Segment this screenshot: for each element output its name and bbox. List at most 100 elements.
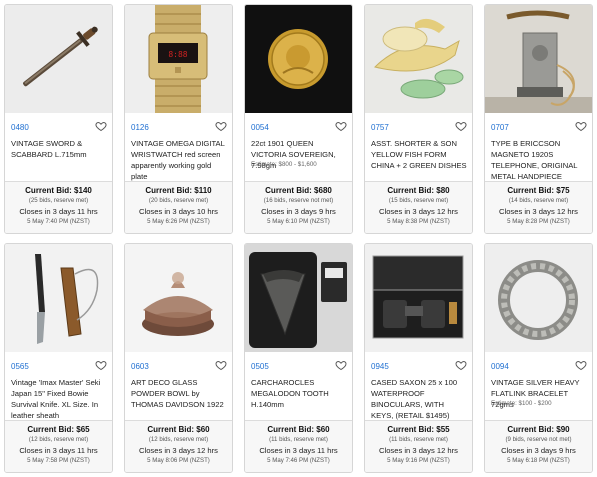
current-bid: Current Bid: $75 — [507, 186, 570, 195]
closes-in: Closes in 3 days 12 hrs — [499, 207, 578, 216]
lot-estimate: Estimate: $100 - $200 — [491, 400, 552, 407]
lot-number-link[interactable]: 0505 — [251, 362, 269, 371]
close-date: 5 May 9:16 PM (NZST) — [387, 457, 450, 464]
lot-title[interactable]: Vintage 'Imax Master' Seki Japan 15" Fix… — [11, 377, 108, 421]
closes-in: Closes in 3 days 11 hrs — [259, 446, 338, 455]
current-bid: Current Bid: $60 — [267, 425, 330, 434]
current-bid: Current Bid: $140 — [25, 186, 92, 195]
heart-outline-icon[interactable] — [575, 359, 587, 371]
binoculars-case-image[interactable] — [365, 244, 472, 352]
wristwatch-image[interactable]: 8:88 — [125, 5, 232, 113]
bid-panel: Current Bid: $140 (25 bids, reserve met)… — [5, 181, 112, 233]
bid-panel: Current Bid: $60 (12 bids, reserve met) … — [125, 420, 232, 472]
current-bid: Current Bid: $80 — [387, 186, 450, 195]
closes-in: Closes in 3 days 11 hrs — [19, 207, 98, 216]
bid-count: (20 bids, reserve met) — [148, 197, 209, 204]
close-date: 5 May 6:10 PM (NZST) — [267, 218, 330, 225]
heart-outline-icon[interactable] — [335, 359, 347, 371]
bid-count: (25 bids, reserve met) — [28, 197, 89, 204]
lot-card[interactable]: 0757 ASST. SHORTER & SON YELLOW FISH FOR… — [364, 4, 473, 234]
closes-in: Closes in 3 days 11 hrs — [19, 446, 98, 455]
megalodon-tooth-image[interactable] — [245, 244, 352, 352]
telephone-image[interactable] — [485, 5, 592, 113]
bid-count: (9 bids, reserve not met) — [505, 436, 572, 443]
heart-outline-icon[interactable] — [215, 120, 227, 132]
lot-card[interactable]: 0054 22ct 1901 QUEEN VICTORIA SOVEREIGN,… — [244, 4, 353, 234]
closes-in: Closes in 3 days 12 hrs — [379, 207, 458, 216]
heart-outline-icon[interactable] — [455, 359, 467, 371]
close-date: 5 May 7:58 PM (NZST) — [27, 457, 90, 464]
lot-grid: 0480 VINTAGE SWORD & SCABBARD L.715mm Cu… — [0, 0, 597, 477]
lot-title[interactable]: ASST. SHORTER & SON YELLOW FISH FORM CHI… — [371, 138, 468, 171]
lot-estimate: Estimate: $800 - $1,600 — [251, 161, 317, 168]
current-bid: Current Bid: $680 — [265, 186, 332, 195]
bid-panel: Current Bid: $75 (14 bids, reserve met) … — [485, 181, 592, 233]
bid-panel: Current Bid: $60 (11 bids, reserve met) … — [245, 420, 352, 472]
lot-title[interactable]: TYPE B ERICCSON MAGNETO 1920S TELEPHONE,… — [491, 138, 588, 182]
bid-count: (11 bids, reserve met) — [389, 436, 448, 443]
knife-image[interactable] — [5, 244, 112, 352]
lot-card[interactable]: 0603 ART DECO GLASS POWDER BOWL by THOMA… — [124, 243, 233, 473]
bid-panel: Current Bid: $680 (16 bids, reserve not … — [245, 181, 352, 233]
heart-outline-icon[interactable] — [335, 120, 347, 132]
bid-count: (12 bids, reserve met) — [28, 436, 89, 443]
lot-card[interactable]: 0480 VINTAGE SWORD & SCABBARD L.715mm Cu… — [4, 4, 113, 234]
lot-number-link[interactable]: 0480 — [11, 123, 29, 132]
lot-number-link[interactable]: 0094 — [491, 362, 509, 371]
lot-title[interactable]: CASED SAXON 25 x 100 WATERPROOF BINOCULA… — [371, 377, 468, 421]
close-date: 5 May 8:28 PM (NZST) — [507, 218, 570, 225]
bid-panel: Current Bid: $80 (15 bids, reserve met) … — [365, 181, 472, 233]
current-bid: Current Bid: $60 — [147, 425, 210, 434]
lot-number-link[interactable]: 0603 — [131, 362, 149, 371]
lot-card[interactable]: 0707 TYPE B ERICCSON MAGNETO 1920S TELEP… — [484, 4, 593, 234]
close-date: 5 May 6:26 PM (NZST) — [147, 218, 210, 225]
bid-panel: Current Bid: $65 (12 bids, reserve met) … — [5, 420, 112, 472]
bid-count: (12 bids, reserve met) — [148, 436, 209, 443]
gold-coin-image[interactable] — [245, 5, 352, 113]
lot-number-link[interactable]: 0707 — [491, 123, 509, 132]
closes-in: Closes in 3 days 9 hrs — [501, 446, 576, 455]
lot-number-link[interactable]: 0126 — [131, 123, 149, 132]
current-bid: Current Bid: $65 — [27, 425, 90, 434]
heart-outline-icon[interactable] — [95, 120, 107, 132]
close-date: 5 May 8:06 PM (NZST) — [147, 457, 210, 464]
lot-title[interactable]: CARCHAROCLES MEGALODON TOOTH H.140mm — [251, 377, 348, 410]
lot-card[interactable]: 0565 Vintage 'Imax Master' Seki Japan 15… — [4, 243, 113, 473]
close-date: 5 May 7:46 PM (NZST) — [267, 457, 330, 464]
lot-number-link[interactable]: 0945 — [371, 362, 389, 371]
closes-in: Closes in 3 days 12 hrs — [379, 446, 458, 455]
lot-card[interactable]: 0945 CASED SAXON 25 x 100 WATERPROOF BIN… — [364, 243, 473, 473]
bid-count: (14 bids, reserve met) — [508, 197, 569, 204]
lot-title[interactable]: VINTAGE SWORD & SCABBARD L.715mm — [11, 138, 108, 160]
current-bid: Current Bid: $90 — [507, 425, 570, 434]
bid-count: (16 bids, reserve not met) — [263, 197, 334, 204]
lot-title[interactable]: ART DECO GLASS POWDER BOWL by THOMAS DAV… — [131, 377, 228, 410]
china-dishes-image[interactable] — [365, 5, 472, 113]
bid-panel: Current Bid: $110 (20 bids, reserve met)… — [125, 181, 232, 233]
lot-number-link[interactable]: 0757 — [371, 123, 389, 132]
lot-card[interactable]: 8:88 0126 VINTAGE OMEGA DIGITAL WRISTWAT… — [124, 4, 233, 234]
heart-outline-icon[interactable] — [455, 120, 467, 132]
closes-in: Closes in 3 days 12 hrs — [139, 446, 218, 455]
bid-count: (15 bids, reserve met) — [388, 197, 449, 204]
svg-text:8:88: 8:88 — [168, 50, 187, 59]
heart-outline-icon[interactable] — [215, 359, 227, 371]
bid-count: (11 bids, reserve met) — [269, 436, 328, 443]
bid-panel: Current Bid: $55 (11 bids, reserve met) … — [365, 420, 472, 472]
lot-title[interactable]: VINTAGE OMEGA DIGITAL WRISTWATCH red scr… — [131, 138, 228, 182]
sword-image[interactable] — [5, 5, 112, 113]
bracelet-image[interactable] — [485, 244, 592, 352]
close-date: 5 May 7:40 PM (NZST) — [27, 218, 90, 225]
current-bid: Current Bid: $110 — [145, 186, 212, 195]
lot-card[interactable]: 0094 VINTAGE SILVER HEAVY FLATLINK BRACE… — [484, 243, 593, 473]
lot-card[interactable]: 0505 CARCHAROCLES MEGALODON TOOTH H.140m… — [244, 243, 353, 473]
heart-outline-icon[interactable] — [575, 120, 587, 132]
glass-bowl-image[interactable] — [125, 244, 232, 352]
bid-panel: Current Bid: $90 (9 bids, reserve not me… — [485, 420, 592, 472]
current-bid: Current Bid: $55 — [387, 425, 450, 434]
lot-number-link[interactable]: 0054 — [251, 123, 269, 132]
heart-outline-icon[interactable] — [95, 359, 107, 371]
lot-number-link[interactable]: 0565 — [11, 362, 29, 371]
closes-in: Closes in 3 days 10 hrs — [139, 207, 218, 216]
close-date: 5 May 8:38 PM (NZST) — [387, 218, 450, 225]
